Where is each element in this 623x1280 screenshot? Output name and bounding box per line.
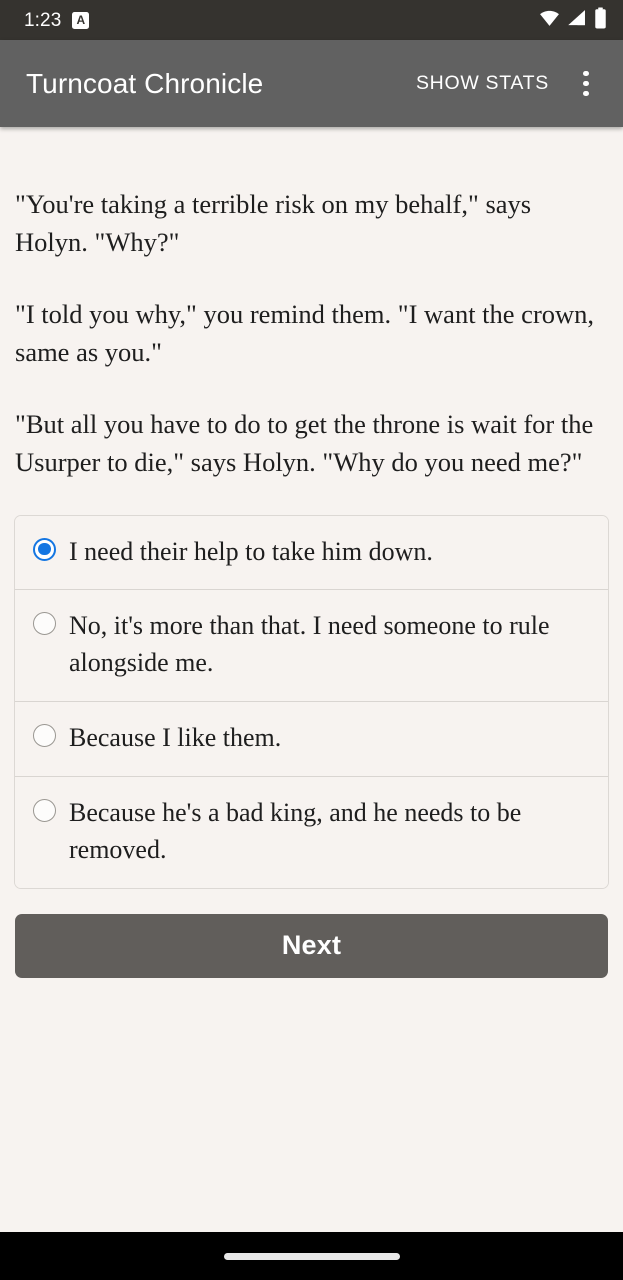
app-bar: Turncoat Chronicle SHOW STATS xyxy=(0,40,623,127)
status-bar: 1:23 A xyxy=(0,0,623,40)
story-content: "You're taking a terrible risk on my beh… xyxy=(0,127,623,1232)
battery-full-icon xyxy=(594,6,607,34)
radio-button-icon[interactable] xyxy=(33,799,56,823)
wifi-icon xyxy=(539,7,560,33)
choice-option-2[interactable]: Because I like them. xyxy=(15,701,608,777)
status-bar-right xyxy=(539,6,607,34)
dot xyxy=(583,80,589,87)
story-text: "You're taking a terrible risk on my beh… xyxy=(14,185,609,482)
status-bar-left: 1:23 A xyxy=(24,9,90,31)
choice-option-label: I need their help to take him down. xyxy=(69,536,433,566)
choice-option-1[interactable]: No, it's more than that. I need someone … xyxy=(15,589,608,702)
radio-button-icon[interactable] xyxy=(33,612,56,636)
cellular-signal-icon xyxy=(567,8,587,33)
phone-screen: 1:23 A Turncoat Chronicle SHOW STATS "Yo… xyxy=(0,0,623,1280)
dot xyxy=(583,90,589,97)
app-notification-badge-icon: A xyxy=(72,11,90,29)
story-paragraph: "But all you have to do to get the thron… xyxy=(15,408,594,478)
more-vertical-icon[interactable] xyxy=(563,60,609,108)
home-gesture-pill[interactable] xyxy=(223,1252,400,1260)
choice-option-label: Because he's a bad king, and he needs to… xyxy=(69,798,522,865)
story-paragraph: "I told you why," you remind them. "I wa… xyxy=(15,298,595,368)
status-bar-clock: 1:23 xyxy=(24,9,62,31)
system-navigation-bar xyxy=(0,1232,623,1280)
next-button[interactable]: Next xyxy=(15,913,608,978)
page-title: Turncoat Chronicle xyxy=(26,67,264,99)
choice-option-label: No, it's more than that. I need someone … xyxy=(69,611,550,678)
story-paragraph: "You're taking a terrible risk on my beh… xyxy=(15,189,532,258)
choice-option-label: Because I like them. xyxy=(69,723,282,753)
radio-button-icon[interactable] xyxy=(33,724,56,748)
dot xyxy=(583,70,589,77)
choice-option-0[interactable]: I need their help to take him down. xyxy=(15,515,608,590)
radio-button-selected-icon[interactable] xyxy=(33,537,56,561)
choice-list: I need their help to take him down. No, … xyxy=(14,514,609,889)
choice-option-3[interactable]: Because he's a bad king, and he needs to… xyxy=(15,776,608,888)
show-stats-button[interactable]: SHOW STATS xyxy=(410,62,555,105)
